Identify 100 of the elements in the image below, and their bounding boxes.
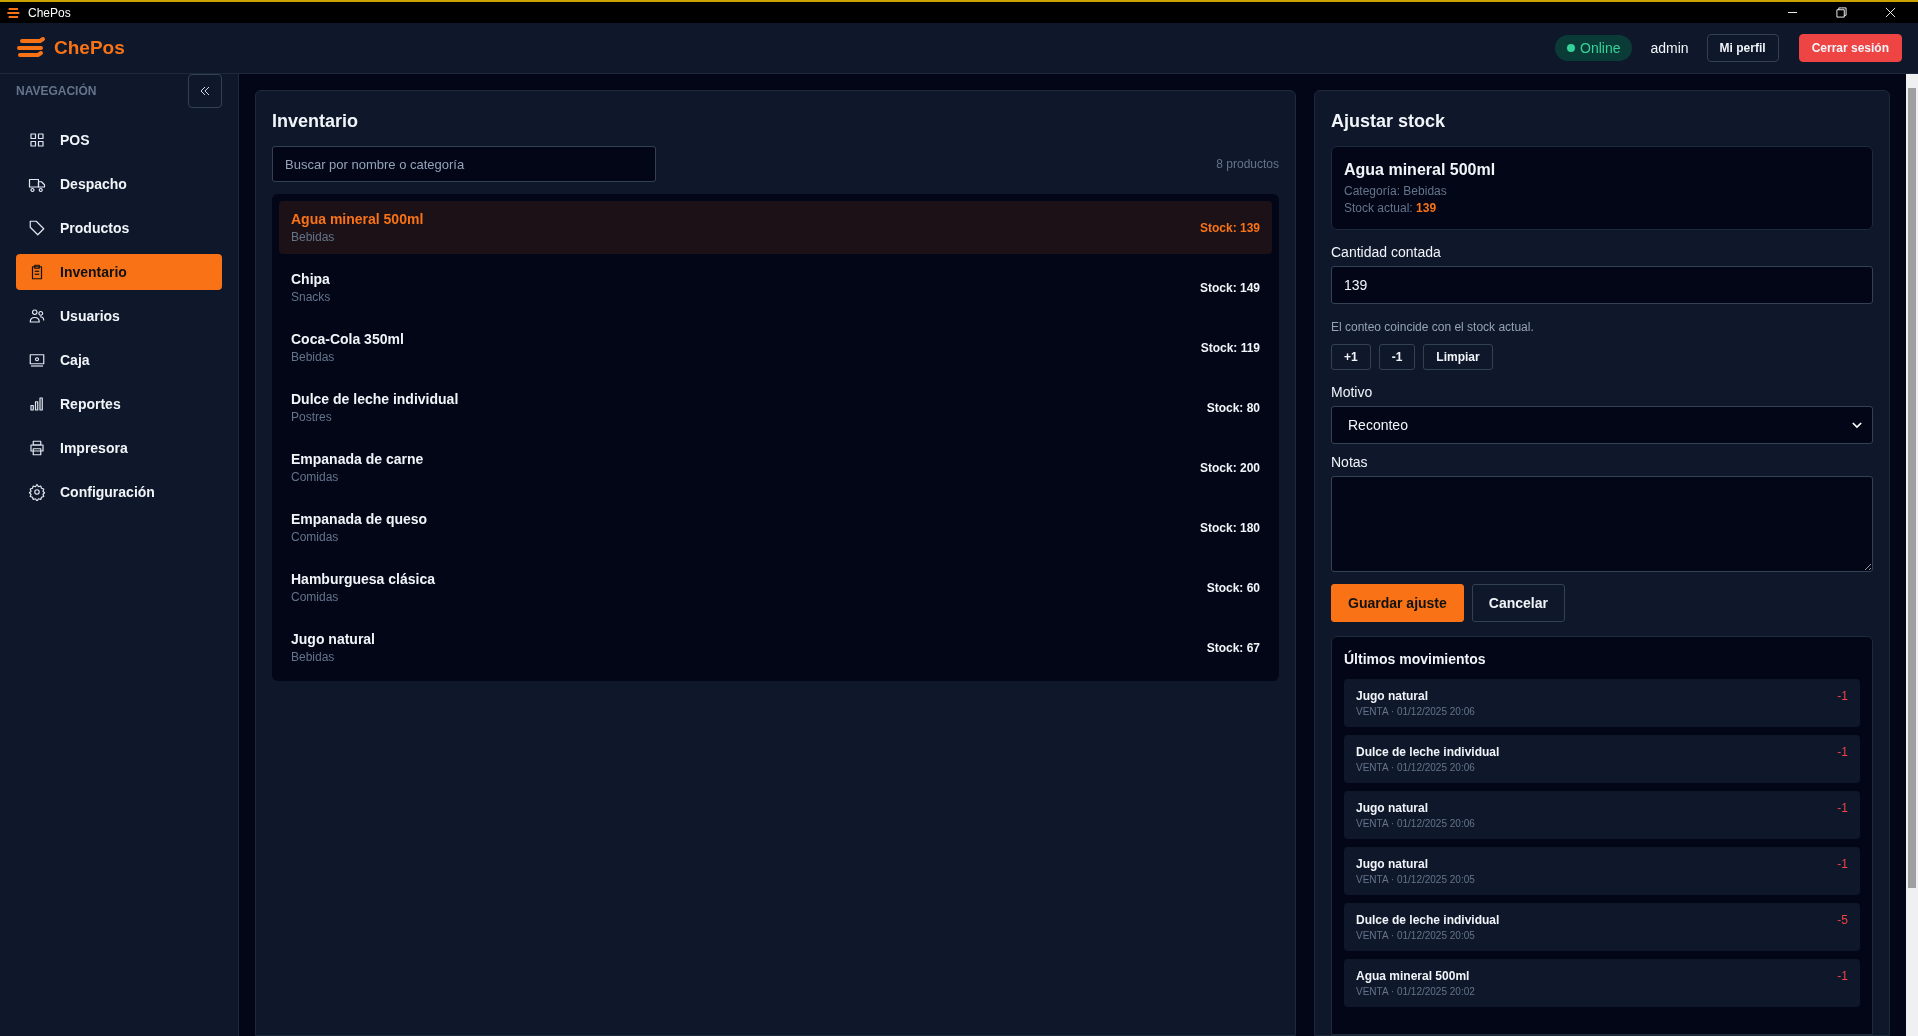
movement-meta: VENTA · 01/12/2025 20:06 (1356, 706, 1475, 717)
sidebar-item-label: Productos (60, 220, 130, 236)
sidebar-item[interactable]: POS (16, 122, 222, 158)
field-label: Cantidad contada (1331, 244, 1442, 260)
sidebar-item-label: Despacho (60, 176, 127, 192)
movement-meta: VENTA · 01/12/2025 20:06 (1356, 818, 1475, 829)
product-row[interactable]: Chipa Snacks Stock: 149 (279, 261, 1272, 314)
product-row[interactable]: Jugo natural Bebidas Stock: 67 (279, 621, 1272, 674)
product-row[interactable]: Dulce de leche individual Postres Stock: 80 (279, 381, 1272, 434)
product-stock: Stock: 119 (1200, 340, 1260, 355)
product-stock: Stock: 67 (1206, 640, 1260, 655)
profile-button[interactable]: Mi perfil (1706, 34, 1779, 62)
nav-heading: NAVEGACIÓN (16, 84, 97, 98)
sidebar-item-label: POS (60, 132, 90, 148)
movement-product: Jugo natural (1356, 857, 1429, 871)
product-name: Dulce de leche individual (291, 391, 459, 407)
sidebar-item[interactable]: Usuarios (16, 298, 222, 334)
cancel-button[interactable]: Cancelar (1471, 584, 1565, 622)
movement-product: Jugo natural (1356, 689, 1429, 703)
product-row[interactable]: Hamburguesa clásica Comidas Stock: 60 (279, 561, 1272, 614)
product-name: Agua mineral 500ml (1344, 161, 1497, 179)
scrollbar[interactable] (1906, 74, 1918, 1036)
product-stock: Stock: 80 (1206, 400, 1260, 415)
window-title: ChePos (28, 5, 71, 20)
product-category: Categoría: Bebidas (1344, 184, 1448, 198)
product-count: 8 productos (1216, 157, 1279, 171)
product-name: Chipa (291, 271, 331, 287)
sidebar-item-label: Reportes (60, 396, 121, 412)
product-row[interactable]: Coca-Cola 350ml Bebidas Stock: 119 (279, 321, 1272, 374)
product-stock: Stock: 60 (1206, 580, 1260, 595)
product-category: Bebidas (291, 230, 336, 244)
current-stock: Stock actual: 139 (1344, 201, 1438, 215)
field-label: Notas (1331, 454, 1369, 470)
movement-product: Agua mineral 500ml (1356, 969, 1471, 983)
printer-icon (28, 439, 46, 457)
settings-icon (28, 483, 46, 501)
user-name: admin (1650, 40, 1689, 56)
field-label: Motivo (1331, 384, 1374, 400)
product-category: Comidas (291, 590, 340, 604)
logo-icon (16, 36, 46, 60)
movement-delta: -1 (1837, 689, 1848, 703)
product-stock: Stock: 200 (1199, 460, 1260, 475)
movement-meta: VENTA · 01/12/2025 20:05 (1356, 930, 1476, 941)
product-category: Comidas (291, 530, 340, 544)
sidebar-item[interactable]: Inventario (16, 254, 222, 290)
hint-text: El conteo coincide con el stock actual. (1331, 320, 1535, 334)
banknote-icon (28, 351, 46, 369)
close-icon[interactable] (1885, 7, 1896, 18)
restore-icon[interactable] (1836, 7, 1847, 18)
sidebar-item[interactable]: Productos (16, 210, 222, 246)
brand-name: ChePos (54, 37, 125, 59)
sidebar-item[interactable]: Impresora (16, 430, 222, 466)
bar-chart-icon (28, 395, 46, 413)
sidebar-item-label: Usuarios (60, 308, 120, 324)
sidebar-item-label: Inventario (60, 264, 127, 280)
tag-icon (28, 219, 46, 237)
product-row[interactable]: Empanada de queso Comidas Stock: 180 (279, 501, 1272, 554)
movement-product: Dulce de leche individual (1356, 913, 1500, 927)
sidebar-item[interactable]: Despacho (16, 166, 222, 202)
chevron-icon (1852, 421, 1862, 429)
product-row[interactable]: Empanada de carne Comidas Stock: 200 (279, 441, 1272, 494)
quick-button[interactable]: Limpiar (1423, 344, 1493, 370)
movement-meta: VENTA · 01/12/2025 20:02 (1356, 986, 1475, 997)
sidebar-item[interactable]: Caja (16, 342, 222, 378)
quick-button[interactable]: -1 (1378, 344, 1416, 370)
users-icon (28, 307, 46, 325)
product-row[interactable]: Agua mineral 500ml Bebidas Stock: 139 (279, 201, 1272, 254)
reason-select[interactable]: Reconteo (1331, 406, 1873, 444)
double-chevron-icon (199, 85, 211, 97)
product-name: Empanada de queso (291, 511, 428, 527)
quantity-field[interactable]: 139 (1331, 266, 1873, 304)
movement-delta: -1 (1837, 745, 1848, 759)
product-name: Empanada de carne (291, 451, 424, 467)
sidebar-item-label: Configuración (60, 484, 155, 500)
sidebar-item[interactable]: Configuración (16, 474, 222, 510)
movement-delta: -1 (1837, 857, 1848, 871)
sidebar-item[interactable]: Reportes (16, 386, 222, 422)
movement-product: Dulce de leche individual (1356, 745, 1500, 759)
search-field[interactable]: Buscar por nombre o categoría (272, 146, 656, 182)
notes-field[interactable] (1331, 476, 1873, 572)
product-category: Bebidas (291, 650, 336, 664)
movement-meta: VENTA · 01/12/2025 20:05 (1356, 874, 1475, 885)
save-button[interactable]: Guardar ajuste (1331, 584, 1464, 622)
movement-delta: -1 (1837, 969, 1848, 983)
panel-title: Inventario (272, 111, 360, 132)
quick-button[interactable]: +1 (1331, 344, 1371, 370)
app-logo-icon (6, 6, 22, 19)
sidebar-item-label: Caja (60, 352, 90, 368)
status-badge: Online (1555, 35, 1633, 61)
movement-delta: -1 (1837, 801, 1848, 815)
product-name: Jugo natural (291, 631, 375, 647)
product-stock: Stock: 149 (1199, 280, 1260, 295)
section-title: Últimos movimientos (1344, 651, 1487, 667)
product-category: Comidas (291, 470, 340, 484)
product-name: Hamburguesa clásica (291, 571, 435, 587)
product-name: Coca-Cola 350ml (291, 331, 404, 347)
product-category: Snacks (291, 290, 331, 304)
movement-meta: VENTA · 01/12/2025 20:06 (1356, 762, 1476, 773)
sidebar-item-label: Impresora (60, 440, 128, 456)
grid-icon (28, 131, 46, 149)
